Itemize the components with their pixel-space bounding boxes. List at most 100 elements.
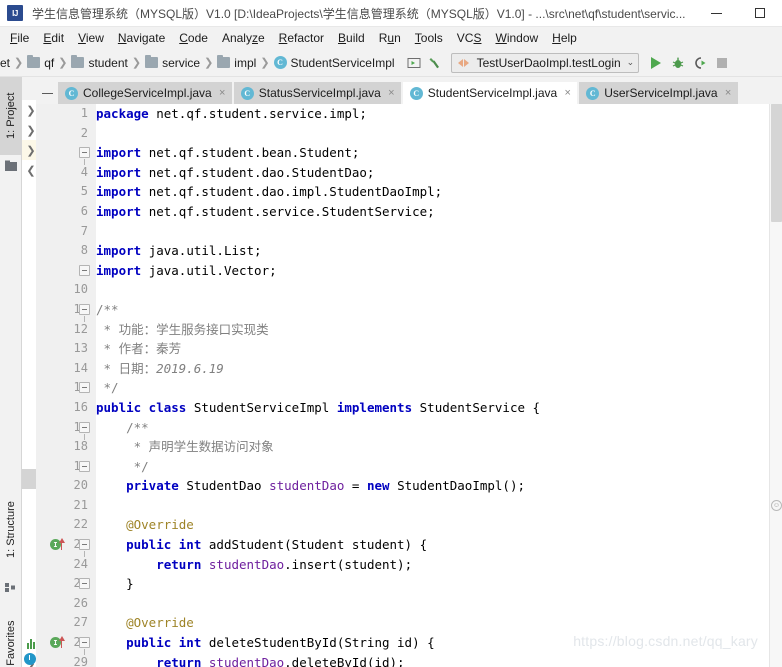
code-line[interactable]: */ [96,378,782,398]
close-icon[interactable]: × [218,87,227,99]
menu-item-navigate[interactable]: Navigate [111,29,172,47]
breadcrumb-item-service[interactable]: service [145,55,200,70]
code-line[interactable]: */ [96,457,782,477]
editor-tab-UserServiceImpl[interactable]: C UserServiceImpl.java × [579,82,738,104]
menu-item-code[interactable]: Code [172,29,215,47]
code-content[interactable]: package net.qf.student.service.impl; imp… [96,104,782,667]
code-line[interactable]: @Override [96,613,782,633]
fold-start-icon[interactable] [79,303,90,322]
code-line[interactable]: * 日期：2019.6.19 [96,359,782,379]
gutter-line[interactable]: 10 [36,280,96,300]
minimize-button[interactable] [694,0,738,27]
code-line[interactable] [96,594,782,614]
editor-tab-CollegeServiceImpl[interactable]: C CollegeServiceImpl.java × [58,82,232,104]
build-hammer-icon[interactable] [425,52,447,74]
gutter-line[interactable]: 1 [36,104,96,124]
gutter-line[interactable]: 17 [36,418,96,440]
fold-end-icon[interactable] [79,264,90,276]
sidebar-item-favorites[interactable]: 2: Favorites [0,599,22,667]
gutter-line[interactable]: 23I [36,535,96,558]
code-line[interactable]: } [96,574,782,594]
menu-item-help[interactable]: Help [545,29,584,47]
menu-item-vcs[interactable]: VCS [450,29,489,47]
breadcrumb-item-StudentServiceImpl[interactable]: C StudentServiceImpl [273,56,395,70]
gutter-line[interactable]: 12 [36,320,96,340]
gutter-line[interactable]: 9 [36,261,96,281]
code-line[interactable]: import net.qf.student.bean.Student; [96,143,782,163]
code-line[interactable] [96,280,782,300]
menu-item-analyze[interactable]: Analyze [215,29,272,47]
gutter-line[interactable]: 15 [36,378,96,398]
code-line[interactable]: * 功能：学生服务接口实现类 [96,320,782,340]
menu-item-build[interactable]: Build [331,29,372,47]
debug-button[interactable] [667,52,689,74]
scrollbar-thumb[interactable] [771,104,782,222]
menu-item-view[interactable]: View [71,29,111,47]
code-line[interactable] [96,222,782,242]
code-line[interactable]: import net.qf.student.dao.StudentDao; [96,163,782,183]
menu-item-run[interactable]: Run [372,29,408,47]
close-icon[interactable]: × [563,87,572,99]
code-line[interactable]: * 声明学生数据访问对象 [96,437,782,457]
gutter-line[interactable]: 2 [36,124,96,144]
menu-item-refactor[interactable]: Refactor [272,29,331,47]
code-line[interactable]: @Override [96,515,782,535]
code-editor[interactable]: 1234567891011121314151617181920212223I24… [36,104,782,667]
code-line[interactable]: package net.qf.student.service.impl; [96,104,782,124]
editor-tab-StudentServiceImpl[interactable]: C StudentServiceImpl.java × [402,82,578,104]
fold-start-icon[interactable] [79,147,90,166]
gutter-line[interactable]: 16 [36,398,96,418]
implements-method-marker-icon[interactable]: I [50,538,65,551]
gutter-line[interactable]: 27 [36,613,96,633]
menu-item-tools[interactable]: Tools [408,29,450,47]
code-line[interactable]: /** [96,300,782,320]
close-icon[interactable]: × [387,87,396,99]
gutter-line[interactable]: 28I [36,633,96,656]
code-line[interactable]: /** [96,418,782,438]
chevron-down-icon[interactable]: ⌄ [627,57,635,68]
fold-end-icon[interactable] [79,578,90,590]
gutter-line[interactable]: 3 [36,143,96,166]
fold-start-icon[interactable] [79,637,90,656]
breadcrumb-item-impl[interactable]: impl [217,55,256,70]
breadcrumb-item-qf[interactable]: qf [27,55,54,70]
sidebar-item-structure[interactable]: 1: Structure [0,482,22,577]
gutter-line[interactable]: 20 [36,476,96,496]
gutter-line[interactable]: 19 [36,457,96,477]
gutter-line[interactable]: 29 [36,653,96,667]
breadcrumb-item-student[interactable]: student [71,55,128,70]
code-line[interactable]: import net.qf.student.service.StudentSer… [96,202,782,222]
gutter-line[interactable]: 6 [36,202,96,222]
code-line[interactable]: import java.util.List; [96,241,782,261]
gutter-line[interactable]: 14 [36,359,96,379]
gutter-line[interactable]: 7 [36,222,96,242]
code-line[interactable]: import java.util.Vector; [96,261,782,281]
code-line[interactable]: return studentDao.insert(student); [96,555,782,575]
sidebar-item-project[interactable]: 1: Project [0,77,22,155]
code-line[interactable] [96,496,782,516]
code-line[interactable]: * 作者：秦芳 [96,339,782,359]
gutter-line[interactable]: 13 [36,339,96,359]
gutter-line[interactable]: 4 [36,163,96,183]
code-line[interactable]: return studentDao.deleteById(id); [96,653,782,667]
code-line[interactable]: private StudentDao studentDao = new Stud… [96,476,782,496]
maximize-button[interactable] [738,0,782,27]
close-icon[interactable]: × [724,87,733,99]
gutter-line[interactable]: 18 [36,437,96,457]
gutter-line[interactable]: 21 [36,496,96,516]
event-log-clock-icon[interactable] [24,653,36,665]
menu-item-edit[interactable]: Edit [36,29,71,47]
gutter-line[interactable]: 24 [36,555,96,575]
gutter-line[interactable]: 26 [36,594,96,614]
run-with-coverage-button[interactable] [689,52,711,74]
inspection-widget-icon[interactable]: ☺ [771,500,782,511]
gutter-line[interactable]: 8 [36,241,96,261]
code-line[interactable]: public class StudentServiceImpl implemen… [96,398,782,418]
fold-start-icon[interactable] [79,421,90,440]
menu-item-window[interactable]: Window [488,29,545,47]
editor-tab-StatusServiceImpl[interactable]: C StatusServiceImpl.java × [233,82,401,104]
collapse-panel-button[interactable] [36,82,58,104]
fold-start-icon[interactable] [79,539,90,558]
gutter-line[interactable]: 22 [36,515,96,535]
run-anything-icon[interactable] [403,52,425,74]
